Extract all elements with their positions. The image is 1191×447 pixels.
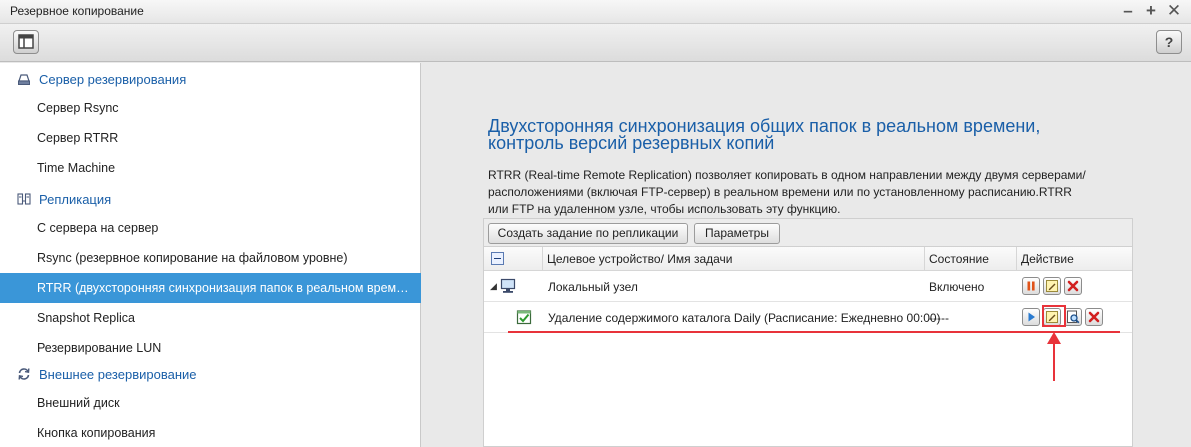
annotation-highlight-box: [1042, 305, 1066, 327]
column-action[interactable]: Действие: [1016, 247, 1132, 271]
sidebar-item-server-to-server[interactable]: С сервера на сервер: [0, 213, 421, 243]
log-search-icon: [1067, 310, 1080, 324]
page-title: Двухсторонняя синхронизация общих папок …: [488, 116, 1041, 153]
row-status: Включено: [929, 280, 985, 294]
sidebar-item-label: Snapshot Replica: [37, 311, 135, 325]
computer-icon: [500, 278, 516, 293]
sidebar-section-external-backup[interactable]: Внешнее резервирование: [0, 363, 421, 385]
table-row[interactable]: ◢ Локальный узел Включено: [484, 272, 1132, 302]
sidebar-item-label: Rsync (резервное копирование на файловом…: [37, 251, 348, 265]
minimize-icon[interactable]: –: [1118, 1, 1138, 21]
page-description: RTRR (Real-time Remote Replication) позв…: [488, 168, 1086, 216]
sidebar-section-backup-server[interactable]: Сервер резервирования: [0, 68, 421, 90]
sidebar-item-label: Внешний диск: [37, 396, 120, 410]
sidebar-section-label: Сервер резервирования: [39, 72, 187, 87]
column-target[interactable]: Целевое устройство/ Имя задачи: [542, 247, 924, 271]
annotation-underline: [508, 331, 1120, 333]
row-name: Удаление содержимого каталога Daily (Рас…: [548, 311, 941, 325]
sidebar-section-replication[interactable]: Репликация: [0, 188, 421, 210]
panel-icon: [18, 34, 34, 49]
sidebar-item-copy-button[interactable]: Кнопка копирования: [0, 418, 421, 447]
main-content: Двухсторонняя синхронизация общих папок …: [422, 63, 1191, 447]
delete-button[interactable]: [1064, 277, 1082, 295]
create-replication-job-button[interactable]: Создать задание по репликации: [488, 223, 688, 244]
expand-arrow-icon[interactable]: ◢: [490, 281, 497, 292]
start-button[interactable]: [1022, 308, 1040, 326]
column-header-label: Целевое устройство/ Имя задачи: [547, 252, 733, 266]
table-header: Целевое устройство/ Имя задачи Состояние…: [484, 247, 1132, 271]
delete-icon: [1067, 280, 1079, 292]
panel-toggle-button[interactable]: [13, 30, 39, 54]
parameters-button[interactable]: Параметры: [694, 223, 780, 244]
play-icon: [1028, 312, 1035, 322]
sidebar-item-time-machine[interactable]: Time Machine: [0, 153, 421, 183]
annotation-arrow-icon: [1047, 332, 1061, 381]
column-header-label: Действие: [1021, 252, 1074, 266]
pause-button[interactable]: [1022, 277, 1040, 295]
maximize-icon[interactable]: +: [1141, 1, 1161, 21]
sidebar-item-snapshot-replica[interactable]: Snapshot Replica: [0, 303, 421, 333]
collapse-all-icon[interactable]: [491, 252, 504, 265]
edit-button[interactable]: [1043, 277, 1061, 295]
replication-icon: [17, 193, 31, 205]
sidebar-item-label: Сервер RTRR: [37, 131, 119, 145]
column-header-label: Состояние: [929, 252, 989, 266]
sidebar-item-label: Сервер Rsync: [37, 101, 119, 115]
sidebar-section-label: Внешнее резервирование: [39, 367, 197, 382]
help-button[interactable]: ?: [1156, 30, 1182, 54]
edit-icon: [1046, 280, 1058, 292]
sync-arrows-icon: [18, 368, 30, 380]
sidebar-item-rsync-server[interactable]: Сервер Rsync: [0, 93, 421, 123]
task-check-icon: [516, 310, 532, 325]
pause-icon: [1027, 281, 1035, 291]
row-name: Локальный узел: [548, 280, 638, 294]
sidebar-item-rtrr[interactable]: RTRR (двухсторонняя синхронизация папок …: [0, 273, 421, 303]
sidebar-item-rsync[interactable]: Rsync (резервное копирование на файловом…: [0, 243, 421, 273]
window-title: Резервное копирование: [10, 4, 144, 18]
column-status[interactable]: Состояние: [924, 247, 1016, 271]
sidebar-item-rtrr-server[interactable]: Сервер RTRR: [0, 123, 421, 153]
sidebar-item-label: С сервера на сервер: [37, 221, 159, 235]
sidebar-item-label: RTRR (двухсторонняя синхронизация папок …: [37, 281, 409, 295]
panel-toolbar: Создать задание по репликации Параметры: [484, 219, 1132, 247]
view-log-button[interactable]: [1064, 308, 1082, 326]
row-status: -----: [929, 311, 949, 325]
delete-icon: [1088, 311, 1100, 323]
toolbar: ?: [0, 24, 1191, 62]
window-titlebar: Резервное копирование – + ✕: [0, 0, 1191, 24]
close-icon[interactable]: ✕: [1164, 1, 1184, 21]
delete-button[interactable]: [1085, 308, 1103, 326]
sidebar-item-external-disk[interactable]: Внешний диск: [0, 388, 421, 418]
sidebar-section-label: Репликация: [39, 192, 112, 207]
backup-server-icon: [18, 74, 30, 85]
sidebar-item-label: Time Machine: [37, 161, 116, 175]
sidebar: Сервер резервирования Сервер Rsync Серве…: [0, 63, 421, 447]
sidebar-item-lun-backup[interactable]: Резервирование LUN: [0, 333, 421, 363]
table-row[interactable]: Удаление содержимого каталога Daily (Рас…: [484, 303, 1132, 333]
sidebar-item-label: Кнопка копирования: [37, 426, 156, 440]
sidebar-item-label: Резервирование LUN: [37, 341, 162, 355]
